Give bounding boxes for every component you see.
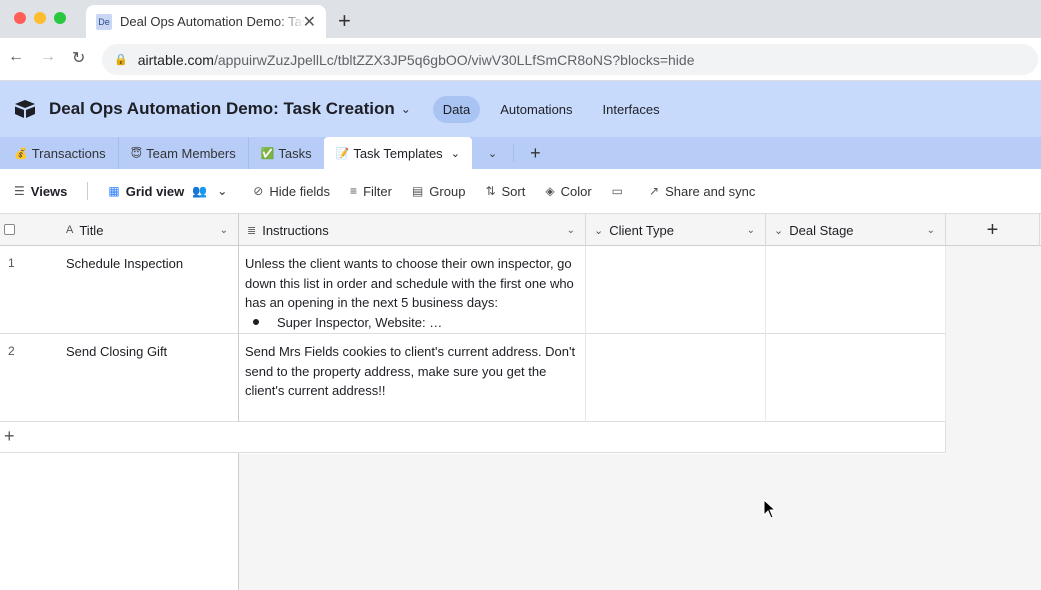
bullet-icon	[253, 318, 259, 325]
data-grid: A Title ⌄ ≣ Instructions ⌄ ⌄ Client Type…	[0, 214, 1041, 590]
url-text: airtable.com/appuirwZuzJpellLc/tbltZZX3J…	[137, 51, 695, 68]
share-sync-button[interactable]: ↗ Share and sync	[649, 184, 755, 199]
add-field-button[interactable]: +	[946, 214, 1040, 246]
instructions-text: Send Mrs Fields cookies to client's curr…	[245, 344, 576, 398]
chevron-down-icon[interactable]: ⌄	[220, 225, 228, 236]
instructions-text: Unless the client wants to choose their …	[245, 256, 574, 310]
cell-client-type[interactable]	[586, 334, 766, 422]
cell-instructions[interactable]: Unless the client wants to choose their …	[239, 246, 586, 334]
table-tab-bar: 💰 Transactions 😇 Team Members ✅ Tasks 📝 …	[0, 137, 1041, 169]
sort-button[interactable]: ⇅ Sort	[485, 184, 525, 199]
row-number: 2	[8, 344, 15, 358]
airtable-logo-icon[interactable]	[14, 99, 36, 119]
browser-tab-title: Deal Ops Automation Demo: Task Creation	[120, 14, 305, 29]
tab-team-members[interactable]: 😇 Team Members	[119, 137, 249, 169]
filter-icon: ≡	[350, 184, 358, 198]
base-name[interactable]: Deal Ops Automation Demo: Task Creation	[49, 99, 395, 119]
cell-title[interactable]: Send Closing Gift	[58, 334, 239, 422]
tab-transactions[interactable]: 💰 Transactions	[0, 137, 119, 169]
group-button[interactable]: ▤ Group	[412, 184, 465, 199]
chevron-down-icon[interactable]: ⌄	[927, 225, 935, 236]
eye-slash-icon: ⊘	[253, 184, 264, 198]
chevron-down-icon[interactable]: ⌄	[451, 147, 460, 160]
select-all-checkbox[interactable]	[4, 224, 15, 235]
app-header: Deal Ops Automation Demo: Task Creation …	[0, 81, 1041, 137]
grid-header-row: A Title ⌄ ≣ Instructions ⌄ ⌄ Client Type…	[0, 214, 1041, 246]
filter-button[interactable]: ≡ Filter	[350, 184, 392, 199]
column-header-instructions[interactable]: ≣ Instructions ⌄	[239, 214, 586, 246]
people-icon: 👥	[192, 184, 208, 198]
window-minimize-button[interactable]	[34, 12, 46, 24]
cell-instructions[interactable]: Send Mrs Fields cookies to client's curr…	[239, 334, 586, 422]
mouse-cursor-icon	[763, 499, 777, 519]
chevron-down-icon: ⌄	[217, 184, 228, 198]
views-button[interactable]: ☰ Views	[14, 184, 67, 199]
grid-icon: ▦	[108, 184, 120, 198]
view-switcher[interactable]: ▦ Grid view 👥 ⌄	[108, 184, 233, 199]
column-header-deal-stage[interactable]: ⌄ Deal Stage ⌄	[766, 214, 946, 246]
browser-tab-strip: De Deal Ops Automation Demo: Task Creati…	[0, 0, 1041, 38]
smile-icon: 😇	[130, 147, 143, 160]
view-toolbar: ☰ Views ▦ Grid view 👥 ⌄ ⊘ Hide fields ≡ …	[0, 169, 1041, 214]
close-tab-icon[interactable]: ✕	[303, 12, 316, 32]
paint-bucket-icon: ◈	[545, 184, 555, 198]
browser-tab[interactable]: De Deal Ops Automation Demo: Task Creati…	[86, 5, 326, 38]
cell-deal-stage[interactable]	[766, 246, 946, 334]
column-header-title[interactable]: A Title ⌄	[58, 214, 239, 246]
check-box-icon: ✅	[260, 147, 275, 160]
back-arrow-icon[interactable]: ←	[8, 48, 24, 66]
nav-data[interactable]: Data	[432, 95, 481, 123]
memo-icon: 📝	[335, 147, 350, 160]
new-tab-button[interactable]: +	[338, 8, 351, 34]
long-text-icon: ≣	[247, 224, 257, 237]
url-input[interactable]: 🔒 airtable.com/appuirwZuzJpellLc/tbltZZX…	[102, 44, 1038, 75]
more-tables-chevron-icon[interactable]: ⌄	[472, 147, 513, 160]
hamburger-icon: ☰	[14, 184, 25, 198]
tab-tasks[interactable]: ✅ Tasks	[249, 137, 324, 169]
row-height-button[interactable]: ▭	[612, 184, 629, 198]
window-zoom-button[interactable]	[54, 12, 66, 24]
forward-arrow-icon[interactable]: →	[40, 48, 56, 66]
list-item: Super Inspector, Website: …	[245, 313, 579, 333]
single-select-icon: ⌄	[594, 224, 604, 237]
color-button[interactable]: ◈ Color	[545, 184, 591, 199]
chevron-down-icon[interactable]: ⌄	[747, 225, 755, 236]
table-row[interactable]: 1 Schedule Inspection Unless the client …	[0, 246, 946, 334]
reload-icon[interactable]: ↻	[72, 48, 85, 68]
nav-automations[interactable]: Automations	[490, 96, 582, 123]
cell-client-type[interactable]	[586, 246, 766, 334]
add-record-row[interactable]: +	[0, 422, 946, 453]
plus-icon: +	[4, 426, 15, 446]
toolbar-divider	[87, 182, 89, 200]
add-table-button[interactable]: +	[513, 143, 549, 163]
chevron-down-icon[interactable]: ⌄	[401, 102, 411, 116]
nav-interfaces[interactable]: Interfaces	[593, 96, 670, 123]
window-close-button[interactable]	[14, 12, 26, 24]
cell-deal-stage[interactable]	[766, 334, 946, 422]
table-row[interactable]: 2 Send Closing Gift Send Mrs Fields cook…	[0, 334, 946, 422]
group-icon: ▤	[411, 184, 424, 198]
chevron-down-icon[interactable]: ⌄	[567, 225, 575, 236]
row-height-icon: ▭	[611, 184, 623, 198]
lock-icon: 🔒	[114, 54, 128, 66]
row-number: 1	[8, 256, 15, 270]
single-select-icon: ⌄	[774, 224, 784, 237]
money-bag-icon: 💰	[14, 147, 28, 160]
share-icon: ↗	[649, 184, 660, 198]
hide-fields-button[interactable]: ⊘ Hide fields	[253, 184, 330, 199]
text-field-icon: A	[66, 224, 74, 236]
tab-task-templates[interactable]: 📝 Task Templates ⌄	[323, 137, 472, 169]
sort-icon: ⇅	[485, 184, 496, 198]
address-bar-row: ← → ↻ 🔒 airtable.com/appuirwZuzJpellLc/t…	[0, 38, 1041, 81]
column-header-client-type[interactable]: ⌄ Client Type ⌄	[586, 214, 766, 246]
favicon-icon: De	[96, 13, 112, 30]
cell-title[interactable]: Schedule Inspection	[58, 246, 239, 334]
